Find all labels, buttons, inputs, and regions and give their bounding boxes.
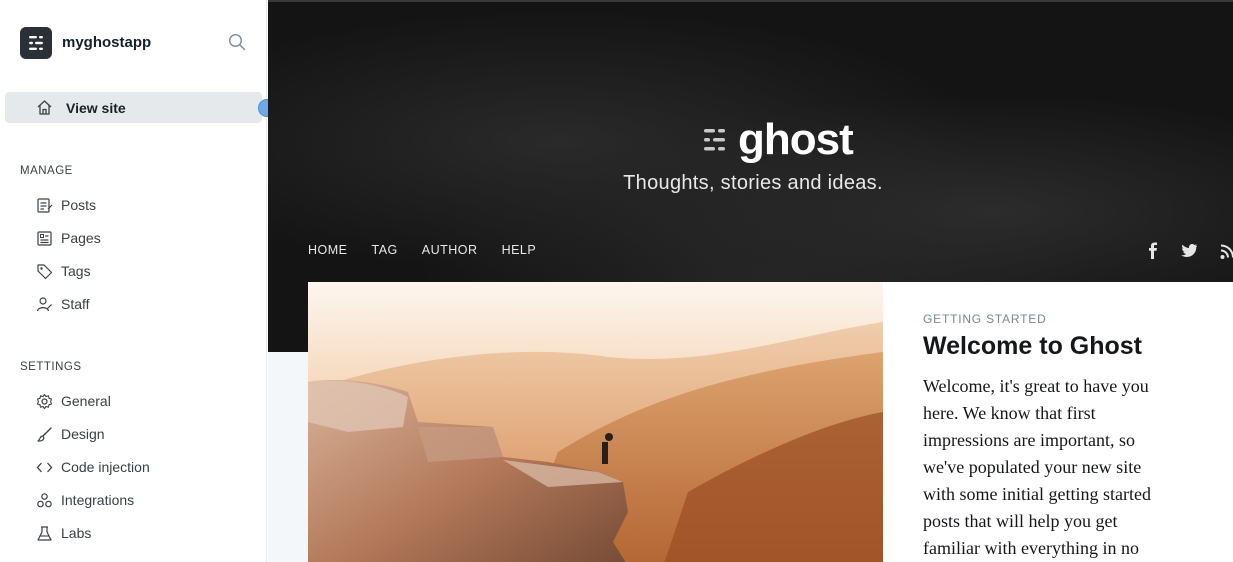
brand[interactable]: myghostapp	[20, 26, 151, 59]
rss-icon[interactable]	[1220, 242, 1233, 262]
excerpt-line: here. We know that first	[923, 403, 1096, 423]
code-icon	[36, 459, 53, 476]
post-tag[interactable]: GETTING STARTED	[923, 312, 1233, 326]
flask-icon	[36, 525, 53, 542]
sidebar-item-labs[interactable]: Labs	[36, 522, 91, 544]
sidebar-item-code-injection[interactable]: Code injection	[36, 456, 150, 478]
posts-icon	[36, 197, 53, 214]
view-site-label: View site	[66, 99, 126, 116]
excerpt-line: impressions are important, so	[923, 430, 1135, 450]
twitter-icon[interactable]	[1180, 242, 1198, 262]
view-site-link[interactable]: View site	[5, 92, 262, 123]
settings-section-title: SETTINGS	[20, 361, 82, 373]
excerpt-line: familiar with everything in no	[923, 538, 1139, 558]
ghost-logo-icon	[20, 26, 52, 59]
pages-icon	[36, 230, 53, 247]
sidebar-item-posts[interactable]: Posts	[36, 194, 96, 216]
sidebar-item-label: Staff	[61, 296, 90, 312]
sidebar-item-label: General	[61, 393, 111, 409]
admin-sidebar: myghostapp View site MANAGE Posts Pages	[0, 0, 276, 562]
excerpt-line: we've populated your new site	[923, 457, 1142, 477]
sidebar-item-label: Posts	[61, 197, 97, 213]
search-icon	[228, 33, 246, 51]
sidebar-item-label: Tags	[61, 263, 91, 279]
facebook-icon[interactable]	[1146, 242, 1160, 262]
site-logo-text: ghost	[738, 115, 854, 164]
manage-section-title: MANAGE	[20, 165, 73, 177]
featured-post-image[interactable]	[308, 282, 883, 562]
integrations-icon	[36, 492, 53, 509]
post-excerpt: Welcome, it's great to have you here. We…	[923, 373, 1213, 562]
site-nav-home[interactable]: HOME	[308, 243, 348, 257]
site-name: myghostapp	[62, 34, 152, 51]
sidebar-item-pages[interactable]: Pages	[36, 227, 101, 249]
sidebar-item-label: Labs	[61, 525, 92, 541]
site-description: Thoughts, stories and ideas.	[623, 172, 883, 194]
excerpt-line: with some initial getting started	[923, 484, 1151, 504]
site-nav-author[interactable]: AUTHOR	[422, 243, 478, 257]
ghost-logo-icon	[704, 129, 725, 151]
sidebar-item-label: Integrations	[61, 492, 135, 508]
site-preview: ghost Thoughts, stories and ideas. HOME …	[268, 0, 1233, 562]
search-button[interactable]	[228, 33, 248, 53]
brush-icon	[36, 426, 53, 443]
sidebar-item-label: Code injection	[61, 459, 150, 475]
sidebar-item-tags[interactable]: Tags	[36, 260, 91, 282]
site-nav-help[interactable]: HELP	[502, 243, 537, 257]
site-logo[interactable]: ghost	[704, 115, 854, 164]
post-title[interactable]: Welcome to Ghost	[923, 332, 1233, 361]
sidebar-item-staff[interactable]: Staff	[36, 293, 90, 315]
gear-icon	[36, 393, 53, 410]
sidebar-item-label: Pages	[61, 230, 101, 246]
featured-post-content: GETTING STARTED Welcome to Ghost Welcome…	[883, 282, 1233, 562]
site-nav-tag[interactable]: TAG	[372, 243, 398, 257]
sidebar-item-label: Design	[61, 426, 105, 442]
excerpt-line: posts that will help you get	[923, 511, 1118, 531]
site-nav: HOME TAG AUTHOR HELP	[308, 243, 560, 257]
sidebar-item-integrations[interactable]: Integrations	[36, 489, 134, 511]
home-icon	[36, 99, 53, 116]
tag-icon	[36, 263, 53, 280]
sidebar-item-design[interactable]: Design	[36, 423, 105, 445]
sidebar-item-general[interactable]: General	[36, 390, 111, 412]
excerpt-line: Welcome, it's great to have you	[923, 376, 1149, 396]
staff-icon	[36, 296, 53, 313]
featured-post-card[interactable]: GETTING STARTED Welcome to Ghost Welcome…	[308, 282, 1233, 562]
